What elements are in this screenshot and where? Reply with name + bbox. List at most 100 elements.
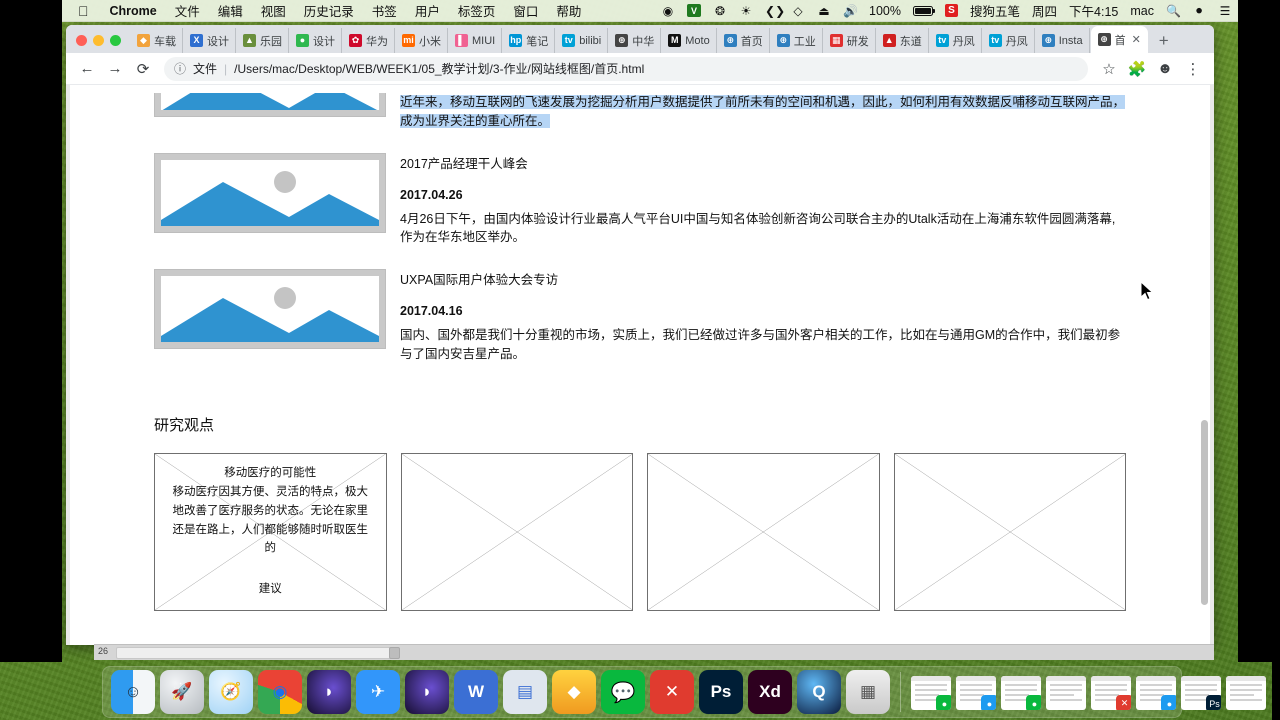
three-dot-menu-icon[interactable]: ⋮	[1180, 56, 1206, 82]
article-thumbnail[interactable]	[154, 93, 386, 117]
shield-icon[interactable]: ◇	[785, 4, 811, 18]
dock-icon-adobe-xd[interactable]: Xd	[748, 670, 792, 714]
minimized-window-chart[interactable]: ●	[956, 676, 996, 710]
volume-icon[interactable]: 🔊	[837, 4, 863, 18]
tab-8[interactable]: tv bilibi	[556, 28, 609, 53]
close-tab-icon[interactable]: ✕	[1132, 33, 1141, 46]
article-thumbnail[interactable]	[154, 269, 386, 349]
tab-17[interactable]: ⊕ Insta	[1036, 28, 1090, 53]
viewpoint-cell-3[interactable]	[647, 452, 880, 611]
dock-icon-keynote[interactable]: ▤	[503, 670, 547, 714]
menu-item-window[interactable]: 窗口	[504, 1, 547, 20]
minimized-window-diagram[interactable]: ●	[1136, 676, 1176, 710]
dock-icon-finder[interactable]: ☺	[111, 670, 155, 714]
tab-13[interactable]: ▦ 研发	[824, 28, 876, 53]
tab-7[interactable]: hp 笔记	[503, 28, 556, 53]
battery-icon[interactable]	[907, 5, 939, 16]
dock-icon-wechat[interactable]: 💬	[601, 670, 645, 714]
tab-11[interactable]: ⊕ 首页	[718, 28, 770, 53]
tab-15[interactable]: tv 丹凤	[930, 28, 982, 53]
address-bar[interactable]: ⓘ 文件 | /Users/mac/Desktop/WEB/WEEK1/05_教…	[164, 56, 1088, 81]
puzzle-icon[interactable]: 🧩	[1124, 56, 1150, 82]
tab-active[interactable]: ⊕ 首 ✕	[1090, 26, 1148, 53]
menu-item-edit[interactable]: 编辑	[209, 1, 252, 20]
tab-10[interactable]: M Moto	[662, 28, 717, 53]
dock-icon-sketch[interactable]: ◆	[552, 670, 596, 714]
close-window-button[interactable]	[76, 35, 87, 46]
horizontal-scrollbar-strip[interactable]: 26	[94, 644, 1214, 660]
minimize-window-button[interactable]	[93, 35, 104, 46]
siri-icon[interactable]: ⚫	[1186, 4, 1212, 18]
menu-item-bookmarks[interactable]: 书签	[363, 1, 406, 20]
star-icon[interactable]: ☆	[1096, 56, 1122, 82]
clock-time[interactable]: 下午4:15	[1063, 1, 1124, 20]
viewpoint-cell-1[interactable]: 移动医疗的可能性 移动医疗因其方便、灵活的特点，极大地改善了医疗服务的状态。无论在…	[154, 452, 387, 611]
tab-5[interactable]: mi 小米	[396, 28, 448, 53]
article-title[interactable]: UXPA国际用户体验大会专访	[400, 269, 1126, 288]
menu-item-tabs[interactable]: 标签页	[449, 1, 505, 20]
dock-icon-cinema4d[interactable]: ◗	[307, 670, 351, 714]
back-arrow-icon[interactable]: ←	[74, 56, 100, 82]
dock-icon-dingtalk[interactable]: ✈	[356, 670, 400, 714]
minimized-window-video[interactable]: Ps	[1181, 676, 1221, 710]
tab-0[interactable]: ◆ 车载	[131, 28, 183, 53]
dock-icon-photoshop[interactable]: Ps	[699, 670, 743, 714]
tab-9[interactable]: ⊕ 中华	[609, 28, 662, 53]
article-thumbnail[interactable]	[154, 152, 386, 233]
menu-item-view[interactable]: 视图	[252, 1, 295, 20]
reload-icon[interactable]: ⟳	[130, 56, 156, 82]
menu-item-chrome[interactable]: Chrome	[101, 4, 166, 18]
profile-avatar-icon[interactable]: ☻	[1152, 56, 1178, 82]
tab-3[interactable]: ● 设计	[290, 28, 342, 53]
viewpoint-cell-4[interactable]	[893, 452, 1126, 611]
article-title[interactable]: 2017产品经理干人峰会	[400, 153, 1126, 172]
forward-arrow-icon[interactable]: →	[102, 56, 128, 82]
hscroll-track[interactable]	[116, 647, 398, 659]
dock-icon-launchpad[interactable]: 🚀	[160, 670, 204, 714]
code-icon[interactable]: ❮❯	[759, 4, 785, 18]
new-tab-button[interactable]: +	[1149, 32, 1179, 53]
tab-6[interactable]: ▌ MIUI	[449, 28, 503, 53]
hscroll-thumb[interactable]	[389, 647, 400, 659]
menu-item-help[interactable]: 帮助	[547, 1, 590, 20]
vlc-icon[interactable]: V	[681, 4, 707, 17]
dock-icon-quicktime[interactable]: Q	[797, 670, 841, 714]
menu-item-file[interactable]: 文件	[166, 1, 209, 20]
minimized-window-doc[interactable]: ●	[911, 676, 951, 710]
minimized-window-doc2[interactable]	[1046, 676, 1086, 710]
scrollbar-thumb[interactable]	[1201, 420, 1208, 605]
page-vertical-scrollbar[interactable]	[1199, 85, 1210, 645]
user-name-label[interactable]: mac	[1124, 4, 1160, 18]
dock-icon-calculator[interactable]: ▦	[846, 670, 890, 714]
minimized-window-dark[interactable]: ●	[1001, 676, 1041, 710]
search-icon[interactable]: 🔍	[1160, 4, 1186, 18]
tab-16[interactable]: tv 丹凤	[983, 28, 1035, 53]
control-center-icon[interactable]: ☰	[1212, 4, 1238, 18]
article-list: 近年来，移动互联网的飞速发展为挖掘分析用户数据提供了前所未有的空间和机遇，因此，…	[154, 85, 1126, 378]
eject-icon[interactable]: ⏏	[811, 4, 837, 18]
minimized-window-web[interactable]	[1226, 676, 1266, 710]
record-icon[interactable]: ◉	[655, 4, 681, 18]
dock-icon-wps[interactable]: W	[454, 670, 498, 714]
tab-4[interactable]: ✿ 华为	[343, 28, 395, 53]
viewpoint-cell-2[interactable]	[400, 452, 633, 611]
dock-icon-xmind[interactable]: ✕	[650, 670, 694, 714]
apple-menu-icon[interactable]: 	[62, 4, 101, 18]
minimized-window-xmind[interactable]: ✕	[1091, 676, 1131, 710]
menu-item-profiles[interactable]: 用户	[406, 1, 449, 20]
dock-icon-safari[interactable]: 🧭	[209, 670, 253, 714]
zoom-window-button[interactable]	[110, 35, 121, 46]
cloud-icon[interactable]: ☀	[733, 4, 759, 18]
viewpoint-grid: 移动医疗的可能性 移动医疗因其方便、灵活的特点，极大地改善了医疗服务的状态。无论在…	[154, 452, 1126, 611]
info-circle-icon[interactable]: ⓘ	[174, 60, 186, 77]
tab-14[interactable]: ▲ 东道	[877, 28, 929, 53]
dock-icon-cinema4d-2[interactable]: ◗	[405, 670, 449, 714]
menu-item-history[interactable]: 历史记录	[295, 1, 363, 20]
tab-2[interactable]: ▲ 乐园	[237, 28, 289, 53]
input-method-badge[interactable]: S	[939, 4, 964, 17]
tab-1[interactable]: X 设计	[184, 28, 236, 53]
dock-icon-chrome[interactable]: ◉	[258, 670, 302, 714]
input-method-label[interactable]: 搜狗五笔	[964, 1, 1026, 20]
tab-12[interactable]: ⊕ 工业	[771, 28, 823, 53]
bluetooth-icon[interactable]: ❂	[707, 4, 733, 18]
